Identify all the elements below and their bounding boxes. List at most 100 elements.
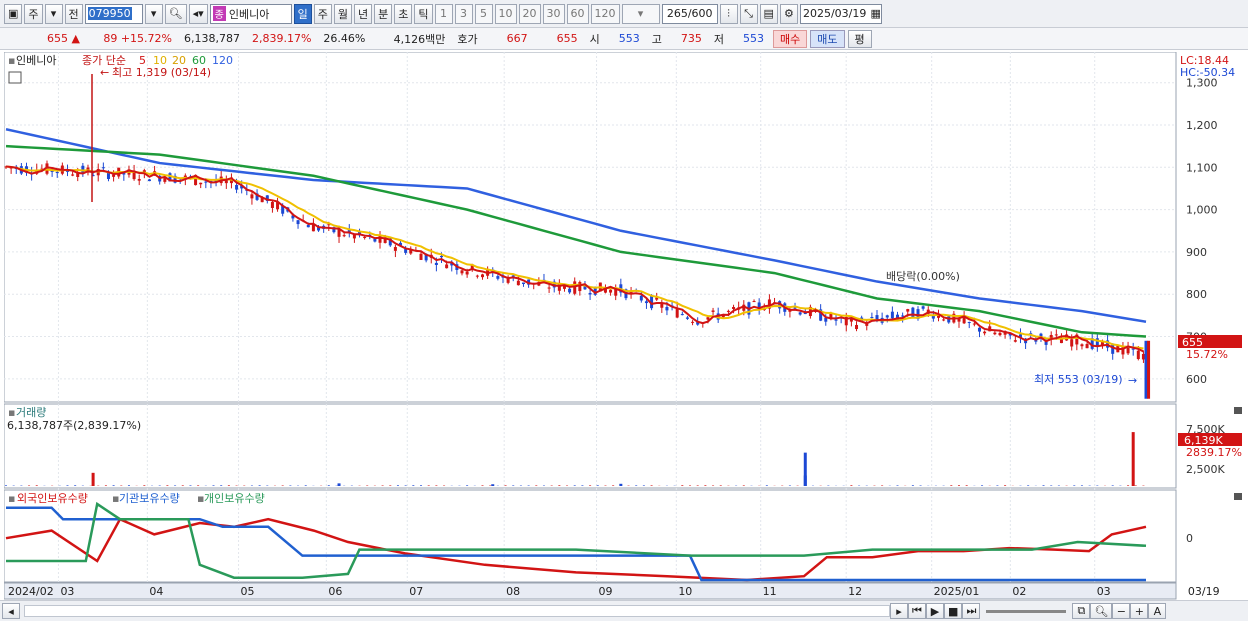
chart-scrollbar[interactable] (24, 605, 890, 617)
play-button[interactable]: ▶ (926, 603, 944, 619)
market-select[interactable]: 주 (24, 3, 43, 24)
period-week[interactable]: 주 (313, 3, 332, 24)
period-minute[interactable]: 분 (374, 3, 393, 24)
calendar-icon[interactable]: ▦ (871, 7, 881, 20)
candle-body (942, 319, 946, 321)
interval-5[interactable]: 5 (474, 3, 493, 24)
chart-area[interactable]: ▪ 인베니아 종가 단순 5 10 20 60 120 LC:18.44 HC:… (3, 51, 1244, 600)
chevron-down-icon[interactable]: ▾ (44, 3, 63, 24)
candle-body (1054, 334, 1058, 336)
volume-bar (35, 485, 38, 486)
interval-3[interactable]: 3 (454, 3, 473, 24)
volume-bar (220, 485, 223, 486)
candle-body (588, 292, 592, 295)
prev-button[interactable]: 전 (64, 3, 83, 24)
gear-icon[interactable]: ⚙ (779, 3, 798, 24)
volume-bar (104, 485, 107, 486)
price-tick: 1,200 (1186, 119, 1218, 132)
interval-120[interactable]: 120 (590, 3, 620, 24)
volume-bar (612, 485, 615, 486)
x-axis-label: 06 (328, 585, 342, 598)
candle-body (112, 174, 116, 177)
candle-body (793, 307, 797, 309)
period-second[interactable]: 초 (394, 3, 413, 24)
table-toggle-icon[interactable] (8, 71, 22, 84)
candle-body (798, 312, 802, 315)
speed-slider[interactable] (986, 609, 1067, 613)
candle-body (393, 247, 397, 251)
scroll-left-button[interactable]: ◂ (2, 603, 20, 619)
current-rate-label: 15.72% (1186, 348, 1228, 361)
candle-body (967, 322, 971, 324)
sell-button[interactable]: 매도 (810, 29, 845, 48)
save-icon[interactable]: ▤ (759, 3, 778, 24)
x-axis-label: 2024/02 (8, 585, 54, 598)
candle-body (475, 275, 479, 277)
layout-icon[interactable]: ▣ (4, 3, 23, 24)
price-change: 89 +15.72% (103, 32, 172, 45)
candle-body (1141, 353, 1145, 360)
volume-bar (981, 485, 984, 486)
volume-bar (850, 485, 853, 486)
candle-body (1059, 339, 1063, 344)
volume-bar (420, 485, 423, 486)
draw-tool-icon[interactable]: ⤡ (739, 3, 758, 24)
volume-bar (535, 485, 538, 486)
volume-bar (765, 485, 768, 486)
chevron-down-icon[interactable]: ▾ (144, 3, 163, 24)
panel-close-icon[interactable] (1234, 493, 1242, 500)
price-tick: 800 (1186, 288, 1207, 301)
candle-body (250, 194, 254, 199)
volume-bar (189, 485, 192, 486)
volume-bar (957, 485, 960, 486)
font-size-icon[interactable]: A (1148, 603, 1167, 619)
search-icon[interactable]: 🔍︎ (164, 3, 187, 24)
volume-panel[interactable] (3, 403, 1177, 489)
interval-custom-select[interactable]: ▾ (621, 3, 660, 24)
stop-button[interactable]: ■ (944, 603, 963, 619)
panel-close-icon[interactable] (1234, 407, 1242, 414)
zoom-box-icon[interactable]: ⧉ (1072, 603, 1091, 619)
volume-bar (1127, 485, 1130, 486)
high-note-arrow: ← (100, 66, 109, 79)
plus-icon[interactable]: + (1130, 603, 1149, 619)
high-price: 735 (680, 32, 702, 45)
candle-body (706, 317, 710, 320)
speaker-icon[interactable]: ◂▾ (188, 3, 208, 24)
scroll-right-button[interactable]: ▸ (890, 603, 908, 619)
stock-name-box[interactable]: 종 인베니아 (209, 3, 292, 24)
date-input[interactable]: 2025/03/19 ▦ (799, 3, 882, 24)
volume-bar (803, 452, 807, 486)
period-month[interactable]: 월 (333, 3, 353, 24)
buy-button[interactable]: 매수 (773, 29, 808, 48)
interval-20[interactable]: 20 (518, 3, 541, 24)
period-day[interactable]: 일 (293, 3, 312, 24)
eval-button[interactable]: 평 (847, 29, 872, 48)
holding-panel[interactable] (3, 489, 1177, 583)
zoom-out-icon[interactable]: 🔍︎ (1090, 603, 1113, 619)
interval-10[interactable]: 10 (494, 3, 517, 24)
stock-chart-svg[interactable]: ▪ 인베니아 종가 단순 5 10 20 60 120 LC:18.44 HC:… (3, 51, 1244, 600)
stock-code-input[interactable]: 079950 (84, 3, 143, 24)
candle-body (885, 315, 889, 318)
period-tick[interactable]: 틱 (414, 3, 433, 24)
volume-bar (596, 485, 599, 486)
interval-60[interactable]: 60 (566, 3, 589, 24)
minus-icon[interactable]: − (1112, 603, 1131, 619)
data-count-input[interactable]: 265/600 (661, 3, 718, 24)
candle-body (71, 174, 75, 176)
x-axis-label: 12 (848, 585, 862, 598)
first-page-button[interactable]: ⏮ (908, 603, 926, 619)
candle-type-icon[interactable]: ⫶ (719, 3, 738, 24)
price-tick: 1,300 (1186, 77, 1218, 90)
interval-1[interactable]: 1 (434, 3, 453, 24)
x-axis (3, 582, 1177, 600)
last-page-button[interactable]: ⏭ (962, 603, 981, 619)
volume-bar (642, 485, 645, 486)
price-tick: 1,100 (1186, 161, 1218, 174)
interval-30[interactable]: 30 (542, 3, 565, 24)
volume-bar (1004, 485, 1007, 486)
price-panel[interactable] (3, 51, 1177, 403)
period-year[interactable]: 년 (354, 3, 373, 24)
ma-legend-120: 120 (212, 54, 233, 67)
